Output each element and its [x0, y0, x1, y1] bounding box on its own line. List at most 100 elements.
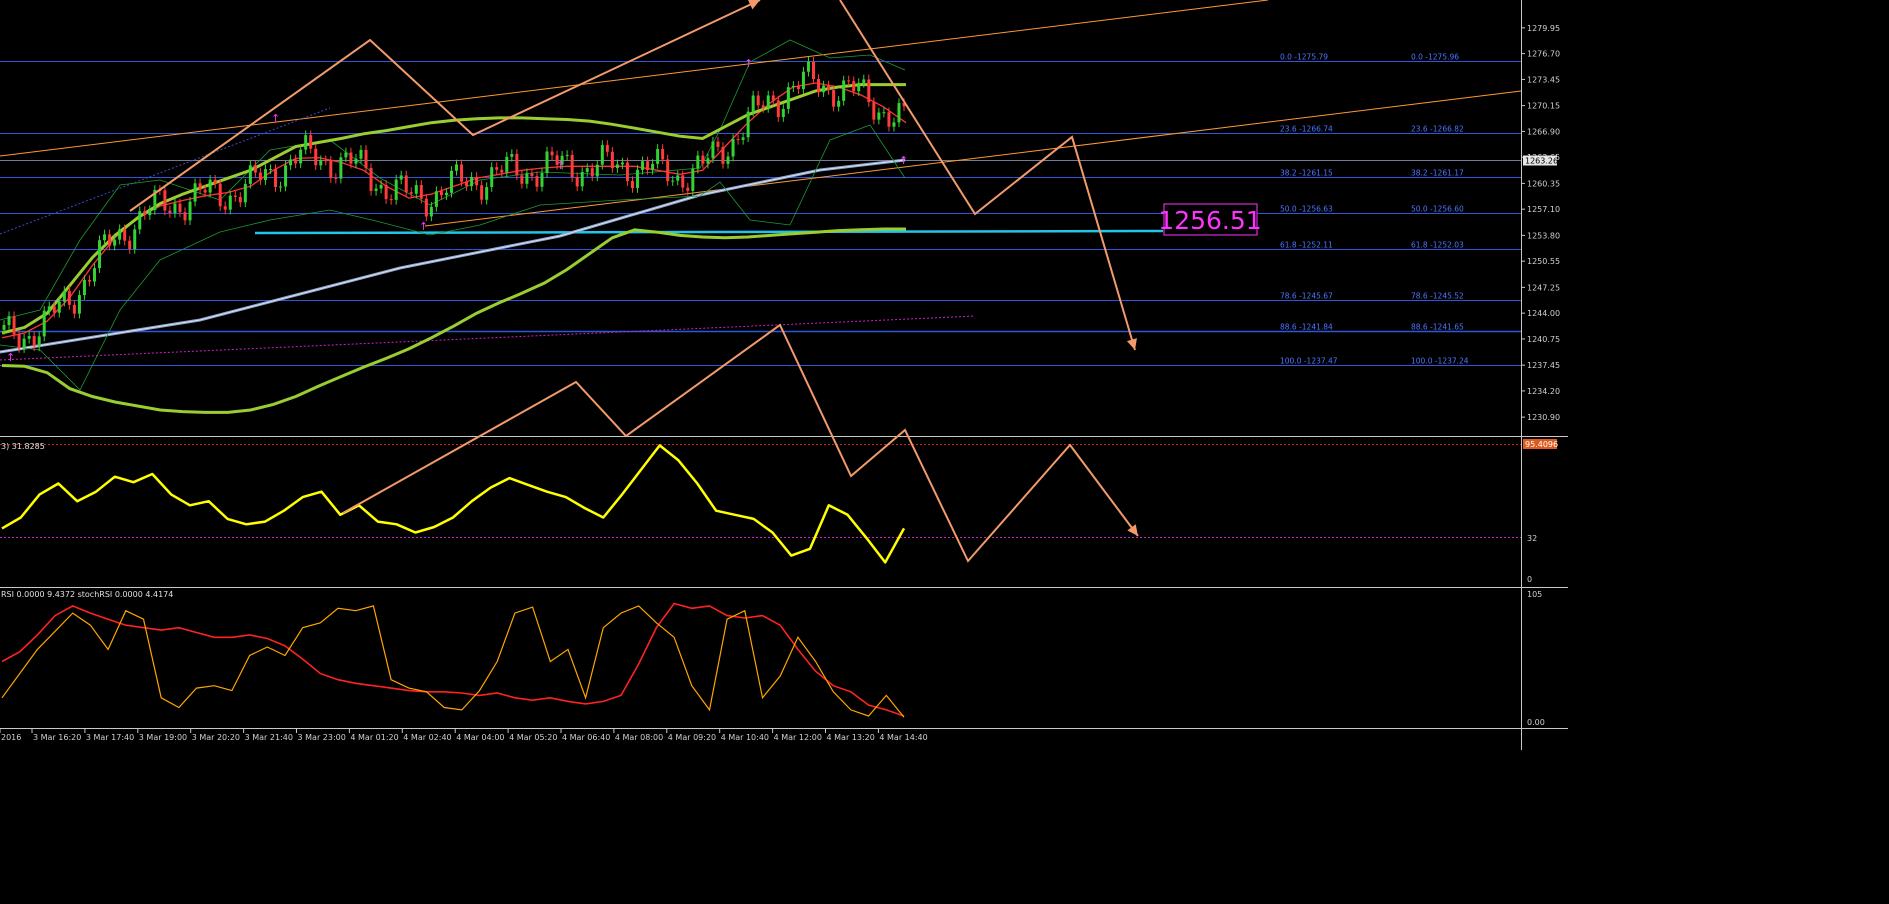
candle-body [485, 187, 489, 200]
candle-body [208, 179, 212, 193]
candle-body [243, 183, 247, 203]
osc-title: 3) 31.8285 [1, 442, 45, 451]
time-tick-label: 4 Mar 02:40 [403, 733, 451, 742]
candle-body [867, 79, 871, 103]
time-tick-label: 4 Mar 04:00 [456, 733, 504, 742]
magenta-trendline [0, 315, 976, 361]
candle-body [676, 175, 680, 181]
candle-body [354, 158, 358, 164]
time-tick-label: 4 Mar 08:00 [615, 733, 663, 742]
candle-body [590, 168, 594, 177]
candle-body [630, 181, 634, 189]
candle-body [490, 167, 494, 188]
candle-body [852, 81, 856, 92]
candle-body [701, 155, 705, 164]
candle-body [711, 141, 715, 159]
candle-body [776, 100, 780, 118]
price-tick-label: 1266.90 [1527, 127, 1560, 136]
fractal-marker: ↑ [899, 154, 908, 167]
time-tick-label: 4 Mar 14:40 [879, 733, 927, 742]
fractal-marker: ↑ [744, 57, 753, 70]
fib-label-left: 50.0 -1256.63 [1280, 205, 1333, 214]
candle-body [374, 188, 378, 191]
price-tick-label: 1240.75 [1527, 335, 1560, 344]
candle-body [17, 334, 21, 349]
candle-body [565, 154, 569, 156]
candle-body [827, 85, 831, 91]
candle-body [108, 234, 112, 246]
candle-body [404, 175, 408, 193]
price-tick-label: 1279.95 [1527, 24, 1560, 33]
price-tick-label: 1247.25 [1527, 283, 1560, 292]
candle-body [168, 210, 172, 213]
price-tick-label: 1237.45 [1527, 361, 1560, 370]
candle-body [47, 306, 51, 311]
osc-level-label: 32 [1527, 534, 1537, 543]
candle-body [500, 169, 504, 173]
candle-body [766, 95, 770, 109]
time-tick-label: 3 Mar 19:00 [139, 733, 187, 742]
time-tick-label: 4 Mar 06:40 [562, 733, 610, 742]
candle-body [324, 160, 328, 162]
candle-body [761, 105, 765, 109]
candle-body [897, 103, 901, 123]
candle-body [475, 176, 479, 186]
osc-value-label: 95.4096 [1525, 440, 1558, 449]
candle-body [721, 146, 725, 164]
candle-body [248, 165, 252, 184]
candle-body [480, 185, 484, 200]
candle-body [118, 229, 122, 240]
candle-body [877, 112, 881, 120]
trend-channel-upper [0, 0, 1269, 157]
candle-body [857, 82, 861, 92]
time-tick-label: 3 Mar 17:40 [86, 733, 134, 742]
fib-label-left: 38.2 -1261.15 [1280, 169, 1333, 178]
candle-body [887, 112, 891, 127]
candle-body [274, 169, 278, 187]
candle-body [460, 164, 464, 182]
price-tick-label: 1250.55 [1527, 257, 1560, 266]
support-line [254, 229, 1164, 235]
candle-body [258, 172, 262, 181]
candle-body [123, 229, 127, 241]
fractal-marker: ↑ [419, 220, 428, 233]
candle-body [681, 175, 685, 188]
candle-body [786, 87, 790, 109]
price-tick-label: 1253.80 [1527, 231, 1560, 240]
fractal-marker: ↑ [6, 351, 15, 364]
candle-body [359, 149, 363, 159]
candle-body [253, 165, 257, 173]
candle-body [686, 187, 690, 191]
candle-body [82, 280, 86, 296]
fib-label-right: 23.6 -1266.82 [1411, 125, 1464, 134]
candle-body [32, 336, 36, 347]
candle-body [178, 203, 182, 213]
candle-body [399, 175, 403, 180]
fractal-marker: ↑ [556, 159, 565, 172]
candle-body [625, 162, 629, 182]
fib-label-left: 100.0 -1237.47 [1280, 357, 1338, 366]
candle-body [455, 164, 459, 171]
candle-body [817, 79, 821, 93]
candle-body [7, 316, 11, 326]
candle-body [525, 173, 529, 184]
candle-body [268, 169, 272, 171]
candle-body [77, 295, 81, 314]
time-tick-label: 4 Mar 05:20 [509, 733, 557, 742]
fib-label-right: 50.0 -1256.60 [1411, 205, 1464, 214]
stoch-rsi-line [1, 605, 905, 718]
candle-body [62, 290, 66, 302]
candle-body [656, 148, 660, 164]
candle-body [746, 111, 750, 138]
fib-label-right: 0.0 -1275.96 [1411, 53, 1459, 62]
time-tick-label: 4 Mar 12:00 [774, 733, 822, 742]
candle-body [741, 137, 745, 140]
candle-body [213, 179, 217, 184]
candle-body [198, 183, 202, 190]
candle-body [67, 290, 71, 305]
time-tick-label: 3 Mar 20:20 [192, 733, 240, 742]
candle-body [636, 169, 640, 189]
fib-label-right: 100.0 -1237.24 [1411, 357, 1469, 366]
price-tick-label: 1257.10 [1527, 205, 1560, 214]
price-tick-label: 1260.35 [1527, 179, 1560, 188]
